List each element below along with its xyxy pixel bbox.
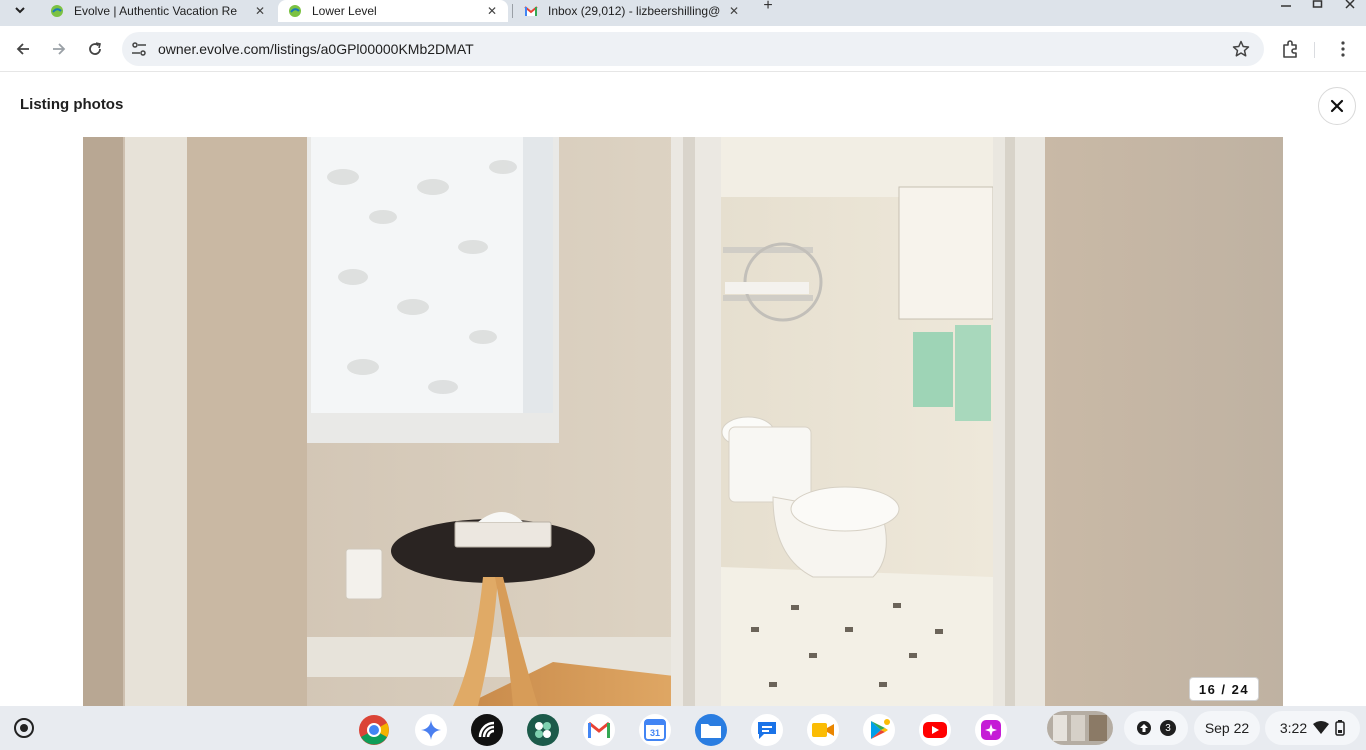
- image-thumbnail-icon: [1047, 711, 1113, 745]
- calendar-icon: 31: [644, 719, 666, 741]
- messages-icon: [758, 722, 776, 739]
- calendar-app[interactable]: 31: [639, 714, 671, 746]
- tab-search-button[interactable]: [8, 0, 32, 20]
- more-menu-icon[interactable]: [1333, 39, 1353, 59]
- restore-icon: [1312, 0, 1323, 8]
- back-arrow-icon: [16, 43, 29, 55]
- app-12[interactable]: [975, 714, 1007, 746]
- address-bar[interactable]: owner.evolve.com/listings/a0GPl00000KMb2…: [122, 32, 1264, 66]
- tab-title: Inbox (29,012) - lizbeershilling@: [548, 4, 721, 18]
- new-tab-button[interactable]: +: [758, 0, 778, 14]
- assistant-app[interactable]: [415, 714, 447, 746]
- minimize-icon: [1281, 5, 1291, 7]
- tab-strip: Evolve | Authentic Vacation Re ✕ Lower L…: [0, 0, 1366, 26]
- files-icon: [701, 724, 721, 738]
- close-window-button[interactable]: [1344, 0, 1358, 15]
- photo-counter: 16 / 24: [1189, 677, 1259, 701]
- app-icon: [478, 721, 495, 738]
- tab-title: Evolve | Authentic Vacation Re: [74, 4, 237, 18]
- app-icon: [981, 720, 1001, 740]
- close-gallery-button[interactable]: [1318, 87, 1356, 125]
- tab-lower-level[interactable]: Lower Level ✕: [278, 0, 508, 22]
- bathroom-photo-image: [83, 137, 1283, 706]
- browser-toolbar: owner.evolve.com/listings/a0GPl00000KMb2…: [0, 26, 1366, 72]
- reload-icon: [89, 42, 101, 55]
- tab-separator: [512, 4, 513, 18]
- chevron-down-icon: [15, 7, 25, 14]
- date-text: Sep 22: [1204, 720, 1250, 736]
- notification-tray[interactable]: 3: [1124, 711, 1188, 745]
- close-tab-icon[interactable]: ✕: [726, 4, 742, 18]
- app-icon: [535, 722, 551, 738]
- gmail-icon: [524, 6, 538, 16]
- chrome-icon: [359, 715, 389, 745]
- close-tab-icon[interactable]: ✕: [484, 4, 500, 18]
- evolve-icon: [289, 5, 301, 17]
- launcher-button[interactable]: [14, 718, 34, 738]
- tab-evolve[interactable]: Evolve | Authentic Vacation Re ✕: [40, 0, 276, 22]
- play-store-app[interactable]: [863, 714, 895, 746]
- listing-photo[interactable]: [83, 137, 1283, 706]
- status-tray[interactable]: 3:22: [1265, 711, 1360, 745]
- holding-space-thumbnail[interactable]: [1047, 711, 1113, 745]
- minimize-button[interactable]: [1280, 0, 1294, 15]
- launcher-icon: [20, 724, 28, 732]
- forward-button[interactable]: [45, 35, 73, 63]
- clock-time: 3:22: [1279, 720, 1308, 736]
- tab-gmail[interactable]: Inbox (29,012) - lizbeershilling@ ✕: [514, 0, 750, 22]
- upload-icon: [1137, 721, 1151, 735]
- youtube-app[interactable]: [919, 714, 951, 746]
- assistant-icon: [421, 720, 441, 740]
- restore-button[interactable]: [1312, 0, 1326, 15]
- date-tray[interactable]: Sep 22: [1194, 711, 1260, 745]
- gmail-icon: [588, 721, 610, 738]
- meet-app[interactable]: [807, 714, 839, 746]
- youtube-icon: [923, 722, 947, 738]
- meet-icon: [812, 723, 834, 737]
- messages-app[interactable]: [751, 714, 783, 746]
- tab-title: Lower Level: [312, 4, 377, 18]
- battery-icon: [1335, 720, 1345, 736]
- gmail-app[interactable]: [583, 714, 615, 746]
- os-shelf: 31 3 Sep 22 3:22: [0, 706, 1366, 750]
- close-tab-icon[interactable]: ✕: [252, 4, 268, 18]
- chrome-app[interactable]: [358, 714, 390, 746]
- play-store-icon: [871, 719, 890, 739]
- forward-arrow-icon: [53, 43, 66, 55]
- page-title: Listing photos: [20, 96, 124, 113]
- wifi-icon: [1313, 721, 1330, 734]
- site-settings-icon[interactable]: [130, 40, 148, 58]
- url-text: owner.evolve.com/listings/a0GPl00000KMb2…: [158, 41, 474, 57]
- notification-count: 3: [1160, 720, 1176, 736]
- extensions-puzzle-icon[interactable]: [1280, 39, 1300, 59]
- files-app[interactable]: [695, 714, 727, 746]
- back-button[interactable]: [9, 35, 37, 63]
- close-icon: [1330, 99, 1344, 113]
- app-3[interactable]: [471, 714, 503, 746]
- toolbar-divider: [1314, 42, 1315, 58]
- evolve-icon: [51, 5, 63, 17]
- calendar-day: 31: [650, 728, 660, 738]
- close-icon: [1345, 0, 1355, 9]
- reload-button[interactable]: [81, 35, 109, 63]
- bookmark-star-icon[interactable]: [1232, 40, 1250, 58]
- app-4[interactable]: [527, 714, 559, 746]
